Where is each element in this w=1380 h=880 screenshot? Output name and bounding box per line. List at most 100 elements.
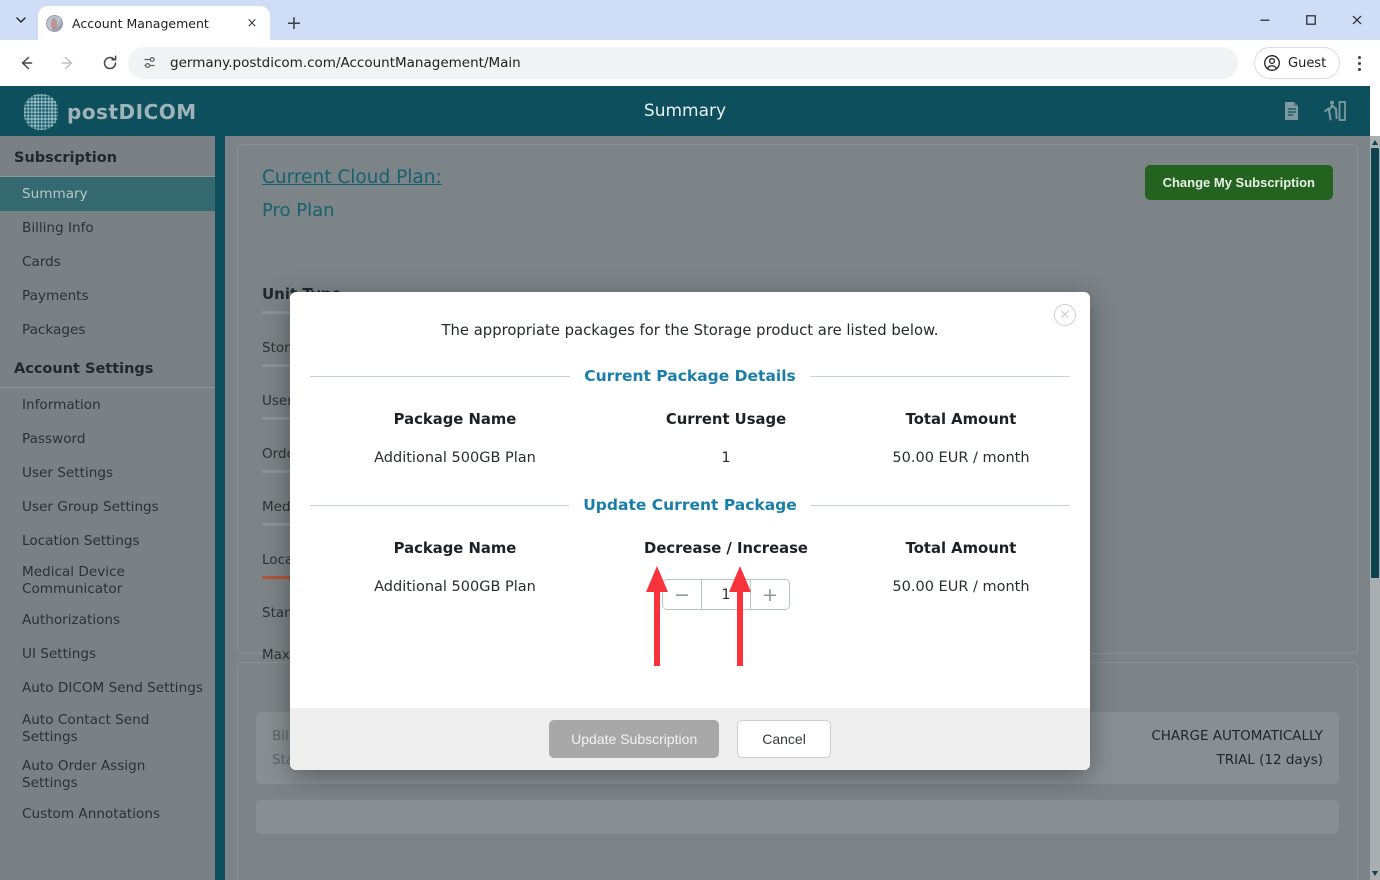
browser-tab[interactable]: Account Management × xyxy=(38,6,270,40)
update-package-modal: ✕ The appropriate packages for the Stora… xyxy=(290,292,1090,770)
window-maximize-button[interactable] xyxy=(1288,0,1334,40)
sidebar-item-label: Authorizations xyxy=(22,612,121,629)
sidebar-item-label: User Settings xyxy=(22,464,114,481)
sidebar-item-user-settings[interactable]: User Settings xyxy=(0,456,215,490)
window-minimize-button[interactable] xyxy=(1242,0,1288,40)
screen: Account Management × + germany.postdicom… xyxy=(0,0,1380,880)
sidebar-item-password[interactable]: Password xyxy=(0,422,215,456)
table-row: Additional 500GB Plan − 1 + 50.00 EUR / … xyxy=(290,557,1090,610)
table-row: Additional 500GB Plan 1 50.00 EUR / mont… xyxy=(290,428,1090,466)
back-icon[interactable] xyxy=(10,47,42,79)
current-cloud-plan-link[interactable]: Current Cloud Plan: xyxy=(262,167,442,188)
sidebar-item-label: Cards xyxy=(22,253,61,270)
update-package-table: Package Name Decrease / Increase Total A… xyxy=(290,540,1090,610)
annotation-arrow-increase xyxy=(727,566,753,666)
scrollbar-thumb[interactable] xyxy=(1371,148,1379,578)
address-bar[interactable]: germany.postdicom.com/AccountManagement/… xyxy=(128,47,1238,79)
window-close-button[interactable] xyxy=(1334,0,1380,40)
profile-button[interactable]: Guest xyxy=(1254,47,1341,79)
sidebar-item-label: Auto Contact Send Settings xyxy=(22,711,150,745)
cell-total-amount: 50.00 EUR / month xyxy=(892,579,1030,595)
sidebar-item-custom-annotations[interactable]: Custom Annotations xyxy=(0,798,215,832)
sidebar-item-location-settings[interactable]: Location Settings xyxy=(0,524,215,558)
cell-package-name: Additional 500GB Plan xyxy=(374,579,536,595)
table-header-row: Package Name Current Usage Total Amount xyxy=(290,411,1090,428)
tab-close-icon[interactable]: × xyxy=(242,13,262,33)
sidebar-item-packages[interactable]: Packages xyxy=(0,313,215,347)
column-header-decrease-increase: Decrease / Increase xyxy=(644,540,808,557)
page-title: Summary xyxy=(643,101,727,121)
subscription-row-value: TRIAL (12 days) xyxy=(1216,752,1323,768)
sidebar-item-label: Medical Device Communicator xyxy=(22,564,125,597)
scroll-down-icon[interactable] xyxy=(1372,871,1378,876)
increase-button[interactable]: + xyxy=(751,580,789,609)
modal-lead-text: The appropriate packages for the Storage… xyxy=(441,322,939,339)
window-controls xyxy=(1242,0,1380,40)
update-package-section-header: Update Current Package xyxy=(310,496,1071,514)
sidebar-item-label: Custom Annotations xyxy=(22,806,161,823)
logout-icon[interactable] xyxy=(1322,98,1348,124)
sidebar: Subscription Summary Billing Info Cards … xyxy=(0,136,215,880)
cell-total-amount: 50.00 EUR / month xyxy=(892,450,1030,466)
sidebar-item-label: Information xyxy=(22,396,101,413)
sidebar-group-subscription-title: Subscription xyxy=(14,150,118,166)
sidebar-item-label: Billing Info xyxy=(22,219,94,236)
app-viewport: postDICOM Summary Subscription Summary B… xyxy=(0,86,1380,880)
app-header: postDICOM Summary xyxy=(0,86,1370,136)
profile-label: Guest xyxy=(1288,55,1327,71)
annotation-arrow-decrease xyxy=(644,566,670,666)
sidebar-item-auto-contact-send-settings[interactable]: Auto Contact Send Settings xyxy=(0,706,215,752)
cancel-button[interactable]: Cancel xyxy=(737,720,831,758)
sidebar-item-user-group-settings[interactable]: User Group Settings xyxy=(0,490,215,524)
cell-package-name: Additional 500GB Plan xyxy=(374,450,536,466)
sidebar-item-auto-dicom-send-settings[interactable]: Auto DICOM Send Settings xyxy=(0,672,215,706)
tab-favicon-icon xyxy=(46,14,63,32)
change-my-subscription-button[interactable]: Change My Subscription xyxy=(1144,165,1333,200)
sidebar-item-billing-info[interactable]: Billing Info xyxy=(0,211,215,245)
subscription-secondary-box xyxy=(256,800,1339,834)
sidebar-item-authorizations[interactable]: Authorizations xyxy=(0,604,215,638)
section-heading: Current Package Details xyxy=(584,367,796,385)
column-header-package-name: Package Name xyxy=(393,540,517,557)
release-notes-icon[interactable] xyxy=(1278,98,1304,124)
site-settings-icon[interactable] xyxy=(142,54,160,72)
table-header-row: Package Name Decrease / Increase Total A… xyxy=(290,540,1090,557)
update-subscription-button[interactable]: Update Subscription xyxy=(549,720,720,758)
browser-tab-strip: Account Management × + xyxy=(0,0,1380,40)
sidebar-item-label: Auto DICOM Send Settings xyxy=(22,680,203,697)
account-icon xyxy=(1264,55,1280,71)
scroll-up-icon[interactable] xyxy=(1372,140,1378,145)
modal-footer: Update Subscription Cancel xyxy=(290,708,1090,770)
sidebar-group-account-settings-title: Account Settings xyxy=(14,361,154,377)
page-scrollbar[interactable] xyxy=(1370,136,1380,880)
column-header-current-usage: Current Usage xyxy=(665,411,787,428)
sidebar-item-information[interactable]: Information xyxy=(0,388,215,422)
sidebar-item-medical-device-communicator[interactable]: Medical Device Communicator xyxy=(0,558,215,604)
subscription-row-value: CHARGE AUTOMATICALLY xyxy=(1151,728,1323,744)
sidebar-item-auto-order-assign-settings[interactable]: Auto Order Assign Settings xyxy=(0,752,215,798)
column-header-total-amount: Total Amount xyxy=(905,411,1017,428)
current-package-table: Package Name Current Usage Total Amount … xyxy=(290,411,1090,466)
section-rule xyxy=(810,504,1071,506)
sidebar-item-label: UI Settings xyxy=(22,646,97,663)
reload-icon[interactable] xyxy=(94,47,126,79)
sidebar-item-ui-settings[interactable]: UI Settings xyxy=(0,638,215,672)
new-tab-button[interactable]: + xyxy=(280,9,308,37)
sidebar-item-label: Summary xyxy=(22,185,88,202)
address-bar-url: germany.postdicom.com/AccountManagement/… xyxy=(170,55,521,71)
sidebar-item-cards[interactable]: Cards xyxy=(0,245,215,279)
tab-list-chevron-icon[interactable] xyxy=(6,6,36,34)
sidebar-item-payments[interactable]: Payments xyxy=(0,279,215,313)
current-package-section-header: Current Package Details xyxy=(310,367,1071,385)
sidebar-item-label: Auto Order Assign Settings xyxy=(22,757,146,791)
modal-close-icon[interactable]: ✕ xyxy=(1054,304,1076,326)
browser-menu-icon[interactable] xyxy=(1348,50,1370,76)
section-rule xyxy=(809,375,1071,377)
plan-name: Pro Plan xyxy=(262,200,335,221)
header-actions xyxy=(1278,98,1348,124)
sidebar-item-summary[interactable]: Summary xyxy=(0,177,215,211)
sidebar-rail xyxy=(215,136,225,880)
section-rule xyxy=(310,504,570,506)
forward-icon[interactable] xyxy=(52,47,84,79)
section-rule xyxy=(310,375,571,377)
